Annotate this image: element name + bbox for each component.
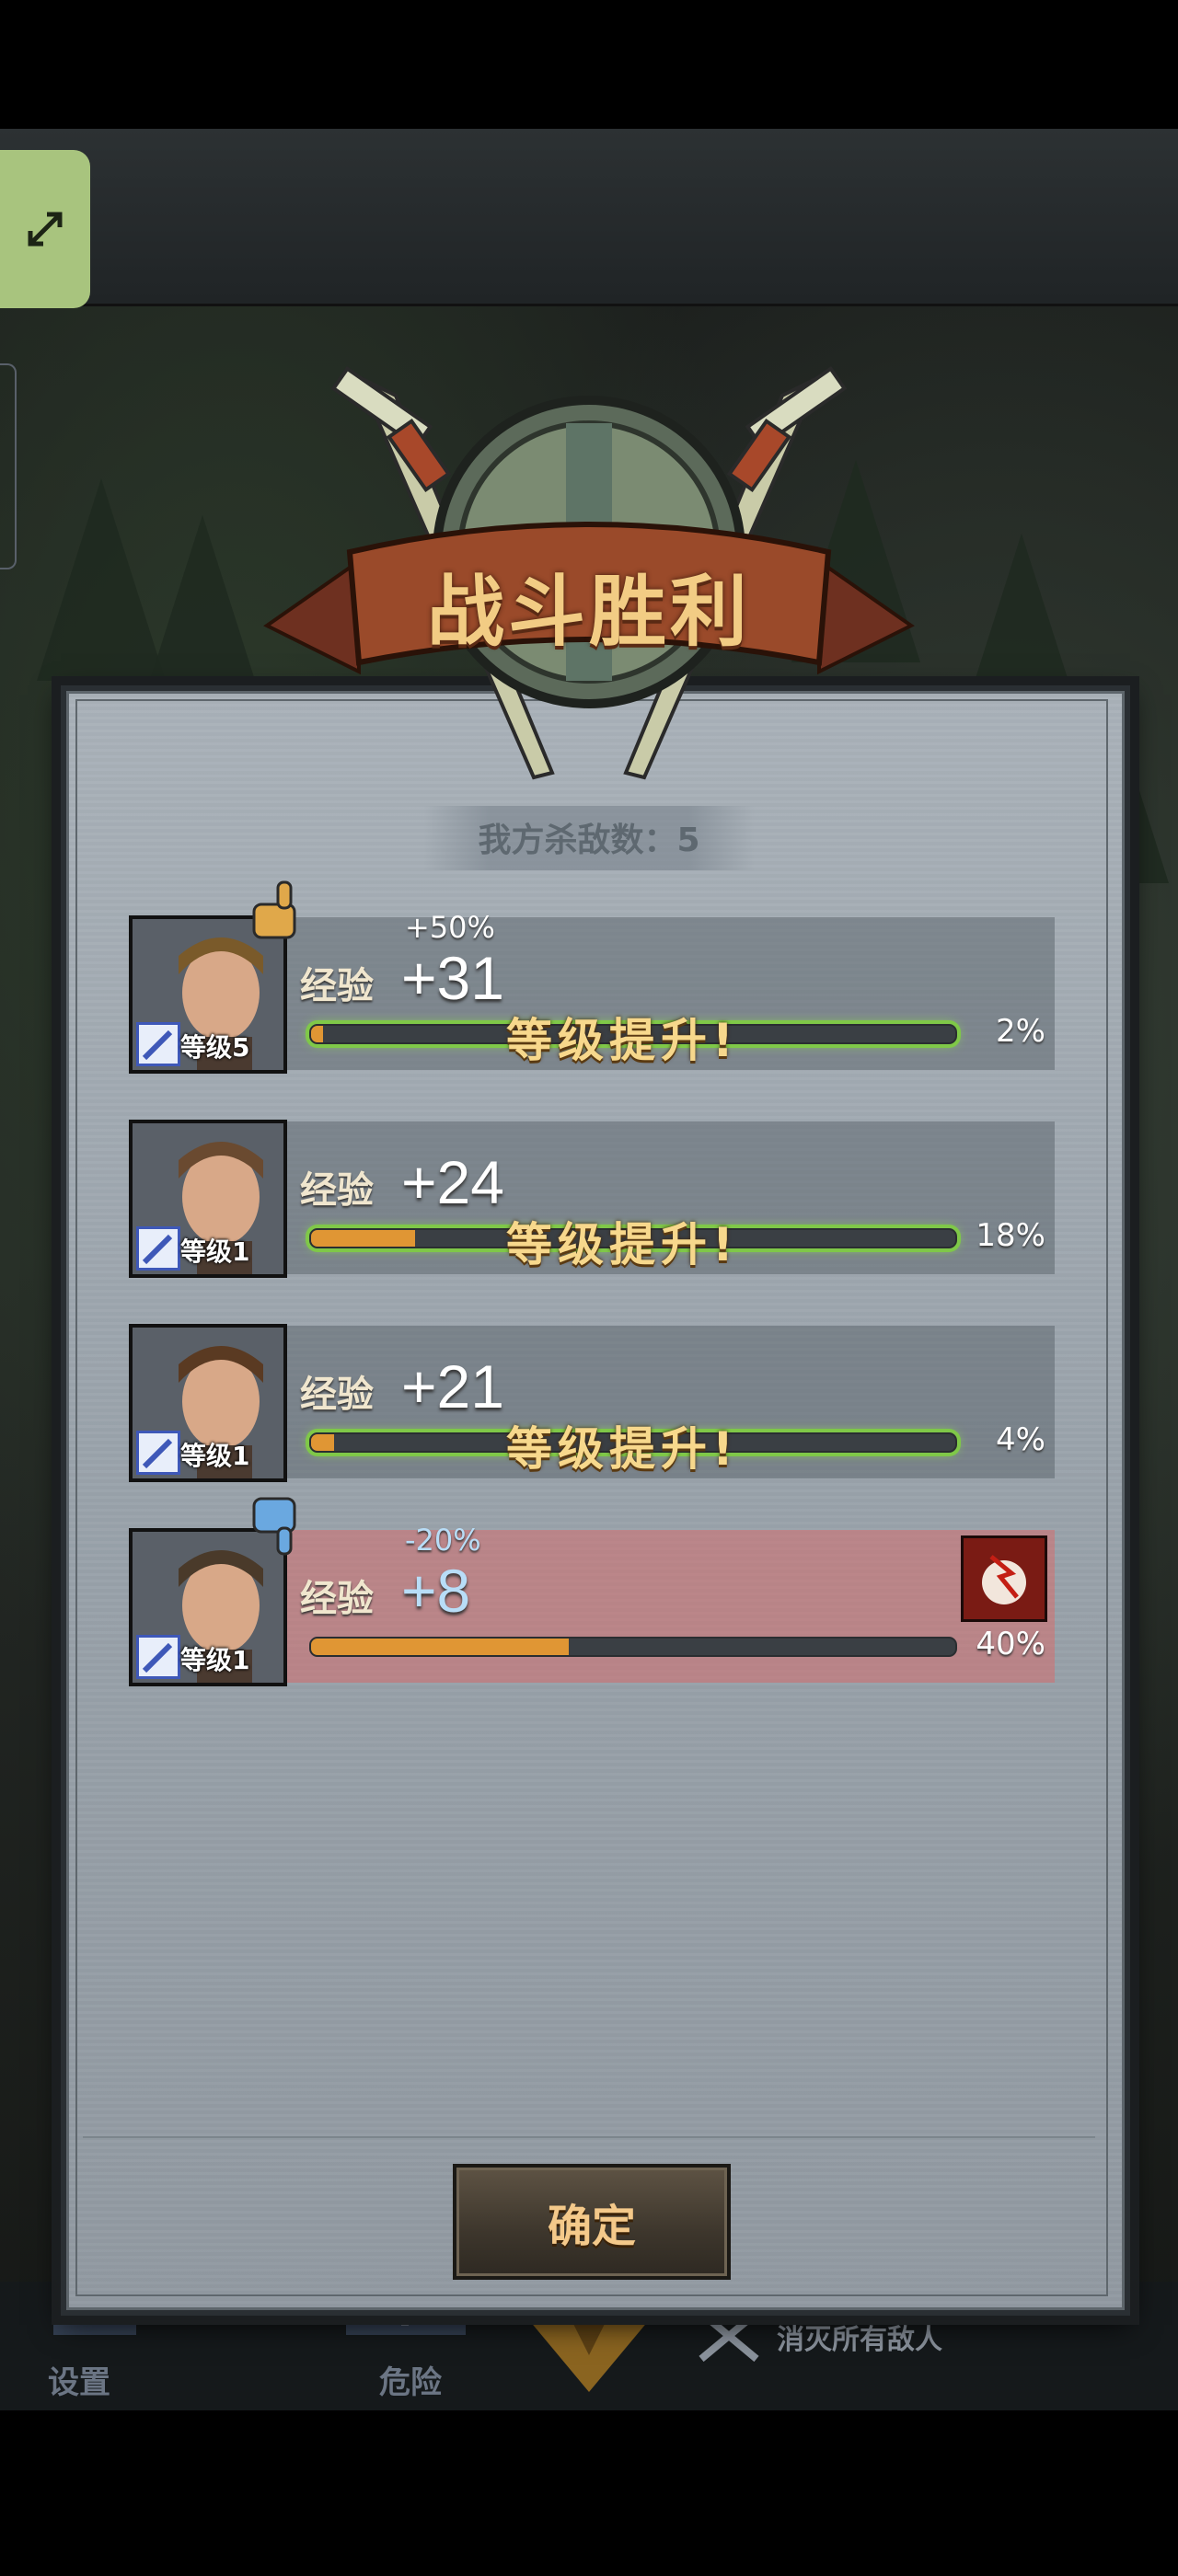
exp-gain: +21 (401, 1352, 504, 1420)
objective-text: 消灭所有敌人 (777, 2324, 942, 2356)
top-bar (0, 129, 1178, 306)
settings-button[interactable]: 设置 (48, 2357, 110, 2402)
confirm-button[interactable]: 确定 (453, 2164, 731, 2280)
injury-icon[interactable] (961, 1535, 1047, 1622)
sword-icon (136, 1431, 180, 1475)
exp-progress-fill (311, 1230, 416, 1247)
hero-portrait[interactable]: 等级1 (129, 1324, 287, 1482)
victory-title: 战斗胜利 (426, 567, 751, 657)
sword-icon (136, 1635, 180, 1679)
hero-portrait[interactable]: 等级1 (129, 1120, 287, 1278)
hero-level: 等级5 (180, 1032, 250, 1063)
hero-row: 等级5 经验 +50% +31 2% 等级提升! (129, 880, 1055, 1074)
level-up-label: 等级提升! (506, 1422, 739, 1476)
level-up-label: 等级提升! (506, 1218, 739, 1271)
exp-bonus: -20% (405, 1523, 481, 1558)
sword-icon (136, 1022, 180, 1066)
expand-button[interactable] (0, 150, 90, 308)
exp-bonus: +50% (405, 910, 495, 945)
hero-row: 等级1 经验 +24 18% 等级提升! (129, 1120, 1055, 1278)
panel-divider (83, 2136, 1095, 2138)
exp-label: 经验 (300, 1169, 374, 1212)
exp-gain: +8 (401, 1557, 471, 1625)
exp-label: 经验 (300, 1374, 374, 1416)
exp-percent: 2% (996, 1013, 1045, 1050)
sword-icon (136, 1226, 180, 1271)
hero-level: 等级1 (180, 1236, 250, 1267)
thumbs-down-icon (247, 1491, 313, 1561)
hero-level: 等级1 (180, 1441, 250, 1471)
exp-label: 经验 (300, 1578, 374, 1620)
exp-gain: +24 (401, 1148, 504, 1216)
hero-row: 等级1 经验 -20% +8 40% (129, 1497, 1055, 1686)
exp-percent: 4% (996, 1421, 1045, 1458)
exp-progress-fill (311, 1434, 335, 1451)
exp-gain: +31 (401, 944, 504, 1012)
exp-progress-bar (309, 1637, 957, 1657)
hero-row: 等级1 经验 +21 4% 等级提升! (129, 1324, 1055, 1482)
kill-count: 我方杀敌数：5 (478, 822, 700, 859)
level-up-label: 等级提升! (506, 1014, 739, 1067)
danger-button[interactable]: 危险 (379, 2357, 442, 2402)
expand-icon (28, 212, 63, 247)
side-tab[interactable] (0, 363, 17, 569)
exp-progress-fill (311, 1026, 323, 1042)
exp-label: 经验 (300, 965, 374, 1007)
hero-level: 等级1 (180, 1645, 250, 1675)
thumbs-up-icon (247, 879, 313, 949)
exp-progress-fill (311, 1639, 569, 1655)
exp-percent: 40% (976, 1626, 1045, 1662)
exp-percent: 18% (976, 1217, 1045, 1254)
